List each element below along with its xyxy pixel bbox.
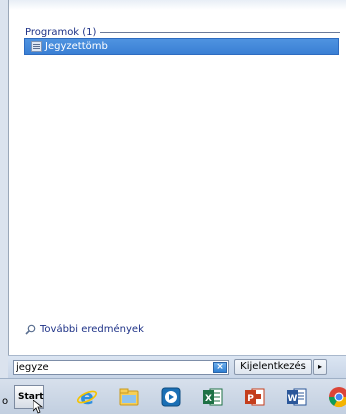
- file-explorer-icon[interactable]: [118, 386, 140, 408]
- shutdown-options-arrow[interactable]: ▸: [313, 359, 327, 375]
- svg-text:W: W: [288, 394, 298, 404]
- excel-icon[interactable]: X: [202, 386, 224, 408]
- taskbar-edge-text: o: [2, 396, 9, 407]
- taskbar: Start e X P W: [0, 378, 346, 414]
- search-result-notepad[interactable]: Jegyzettömb: [24, 38, 339, 55]
- start-menu-top-strip: [9, 0, 346, 10]
- search-input[interactable]: [16, 361, 206, 374]
- search-input-box[interactable]: ×: [13, 360, 229, 375]
- svg-text:e: e: [80, 386, 94, 408]
- powerpoint-icon[interactable]: P: [244, 386, 266, 408]
- svg-text:X: X: [205, 394, 212, 404]
- search-icon: [25, 324, 36, 335]
- programs-group-header: Programok (1): [25, 26, 340, 38]
- svg-text:P: P: [247, 394, 254, 404]
- start-menu: Programok (1) Jegyzettömb További eredmé…: [8, 0, 346, 378]
- group-divider: [100, 31, 340, 33]
- search-result-label: Jegyzettömb: [45, 41, 108, 52]
- word-icon[interactable]: W: [286, 386, 308, 408]
- more-results-link[interactable]: További eredmények: [25, 324, 144, 335]
- media-player-icon[interactable]: [160, 386, 182, 408]
- start-search-bar: × Kijelentkezés ▸: [8, 355, 346, 378]
- programs-group-label: Programok (1): [25, 26, 97, 38]
- clear-search-button[interactable]: ×: [213, 362, 227, 373]
- logoff-button[interactable]: Kijelentkezés: [234, 359, 312, 375]
- chrome-icon[interactable]: [328, 386, 346, 408]
- notepad-icon: [31, 41, 42, 52]
- more-results-label: További eredmények: [40, 324, 144, 335]
- internet-explorer-icon[interactable]: e: [76, 385, 98, 409]
